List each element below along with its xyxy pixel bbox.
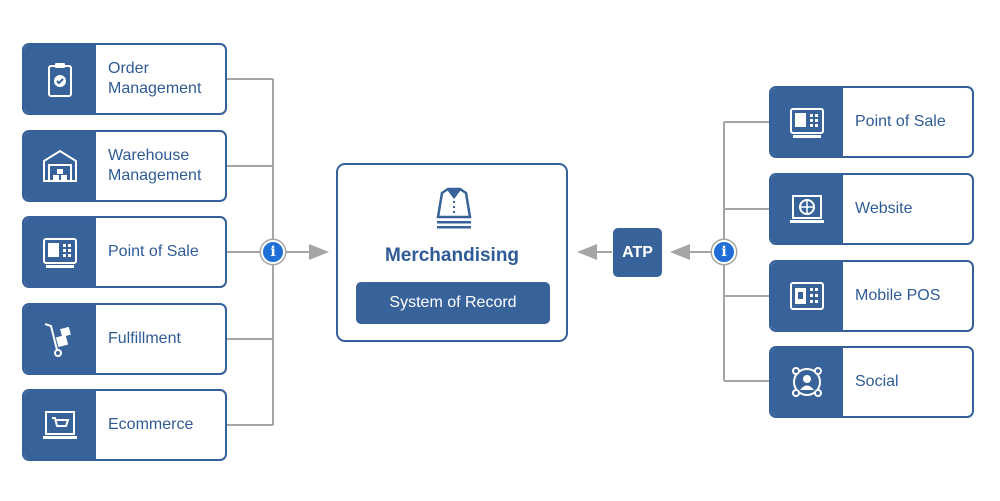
- cash-register-icon: [771, 88, 843, 156]
- merchandising-node: Merchandising System of Record: [336, 163, 568, 342]
- node-social: Social: [769, 346, 974, 418]
- hand-truck-icon: [24, 305, 96, 373]
- warehouse-icon: [24, 132, 96, 200]
- system-of-record-label: System of Record: [356, 282, 550, 324]
- node-label: Point of Sale: [108, 243, 199, 260]
- node-mobile-pos: Mobile POS: [769, 260, 974, 332]
- atp-node: ATP: [613, 228, 662, 277]
- node-label: Order Management: [108, 60, 202, 97]
- merchandising-title: Merchandising: [384, 245, 520, 266]
- node-label: Point of Sale: [855, 113, 946, 130]
- info-icon[interactable]: i: [261, 240, 285, 264]
- node-ecommerce: Ecommerce: [22, 389, 227, 461]
- node-label: Fulfillment: [108, 330, 181, 347]
- cash-register-icon: [24, 218, 96, 286]
- clipboard-check-icon: [24, 45, 96, 113]
- node-label: Warehouse Management: [108, 147, 202, 184]
- node-point-of-sale: Point of Sale: [22, 216, 227, 288]
- node-label: Social: [855, 373, 899, 390]
- node-website: Website: [769, 173, 974, 245]
- social-network-icon: [771, 348, 843, 416]
- node-label: Ecommerce: [108, 416, 194, 433]
- node-order-management: Order Management: [22, 43, 227, 115]
- info-icon[interactable]: i: [712, 240, 736, 264]
- node-warehouse-management: Warehouse Management: [22, 130, 227, 202]
- folded-shirt-icon: [436, 187, 472, 229]
- mobile-pos-icon: [771, 262, 843, 330]
- node-label: Website: [855, 200, 913, 217]
- node-point-of-sale: Point of Sale: [769, 86, 974, 158]
- node-label: Mobile POS: [855, 287, 941, 304]
- node-fulfillment: Fulfillment: [22, 303, 227, 375]
- laptop-cart-icon: [24, 391, 96, 459]
- laptop-globe-icon: [771, 175, 843, 243]
